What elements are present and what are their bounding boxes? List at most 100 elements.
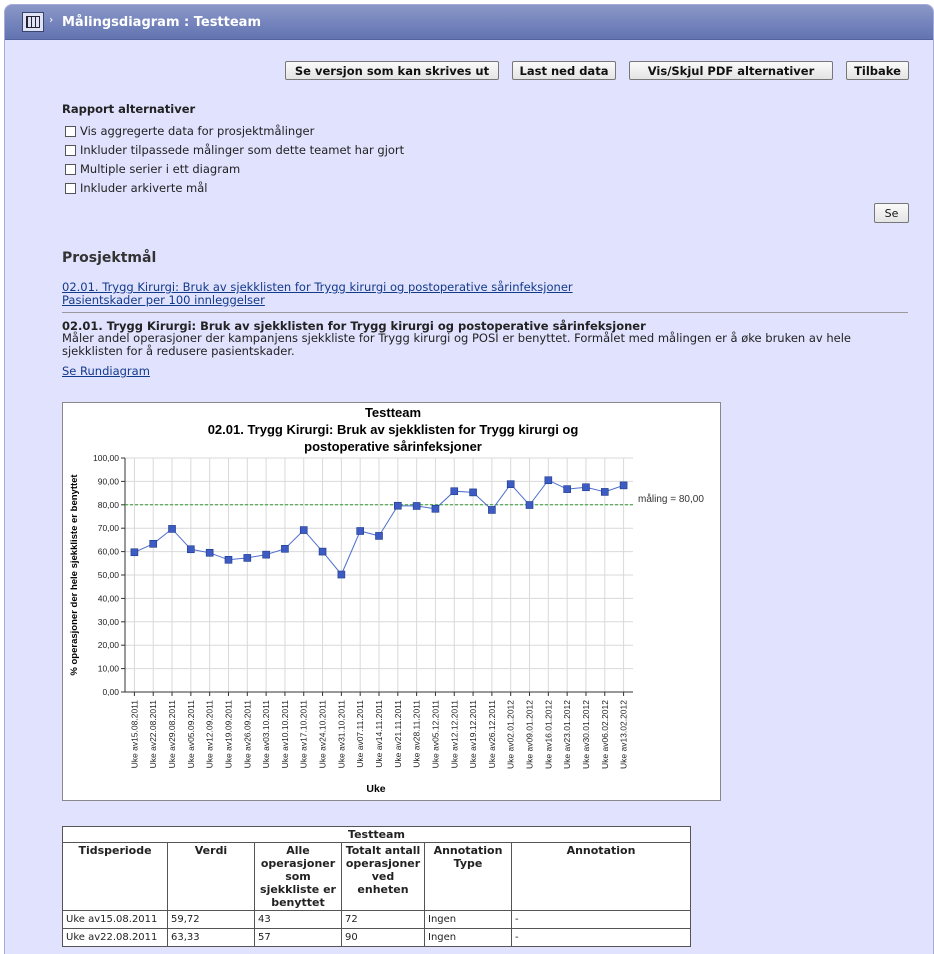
x-tick-label: Uke av28.11.2011: [412, 700, 422, 768]
y-tick-label: 60,00: [98, 547, 120, 557]
cell: 57: [254, 928, 342, 947]
table-row: Uke av22.08.2011 63,33 57 90 Ingen -: [62, 928, 691, 947]
chevron-right-icon: ›: [49, 13, 54, 26]
project-goals-heading: Prosjektmål: [62, 250, 157, 266]
report-options-heading: Rapport alternativer: [62, 102, 196, 116]
x-tick-label: Uke av22.08.2011: [148, 700, 158, 769]
archived-checkbox[interactable]: [65, 182, 76, 194]
data-table-wrapper: Testteam Tidsperiode Verdi Alle operasjo…: [62, 826, 691, 947]
data-point: [337, 570, 346, 579]
data-point: [318, 547, 327, 556]
download-data-button[interactable]: Last ned data: [512, 61, 616, 80]
y-tick-label: 70,00: [98, 523, 120, 533]
x-tick-label: Uke av14.11.2011: [374, 700, 384, 768]
cell: 59,72: [167, 910, 255, 929]
data-point: [582, 483, 590, 492]
x-tick-label: Uke av29.08.2011: [167, 700, 177, 769]
data-point: [130, 548, 139, 557]
option-multiple-series: Multiple serier i ett diagram: [65, 162, 240, 176]
option-label: Inkluder arkiverte mål: [80, 181, 208, 195]
data-point: [299, 526, 308, 534]
data-point: [394, 501, 402, 510]
back-button[interactable]: Tilbake: [846, 61, 909, 80]
data-point: [168, 525, 176, 533]
option-custom-measures: Inkluder tilpassede målinger som dette t…: [65, 143, 404, 157]
data-point: [281, 544, 289, 553]
col-header: Verdi: [167, 842, 255, 911]
cell: Uke av22.08.2011: [62, 928, 168, 947]
x-tick-label: Uke av03.10.2011: [261, 700, 271, 769]
x-tick-label: Uke av24.10.2011: [318, 700, 328, 769]
print-version-button[interactable]: Se versjon som kan skrives ut: [285, 61, 499, 80]
x-tick-label: Uke av07.11.2011: [355, 700, 365, 768]
data-point: [375, 532, 383, 540]
x-tick-label: Uke av26.12.2011: [487, 700, 497, 769]
cell: Uke av15.08.2011: [62, 910, 168, 929]
data-point: [563, 485, 571, 493]
x-tick-label: Uke av12.12.2011: [449, 700, 459, 769]
chart-svg: Testteam 02.01. Trygg Kirurgi: Bruk av sj…: [69, 405, 704, 795]
apply-options-button[interactable]: Se: [874, 203, 909, 223]
multiple-series-checkbox[interactable]: [65, 163, 76, 175]
table-row: Uke av15.08.2011 59,72 43 72 Ingen -: [62, 910, 691, 929]
option-label: Vis aggregerte data for prosjektmålinger: [80, 124, 315, 138]
data-point: [187, 545, 195, 554]
col-header: Totalt antall operasjoner ved enheten: [341, 842, 425, 911]
measurement-chart: Testteam 02.01. Trygg Kirurgi: Bruk av sj…: [62, 402, 721, 801]
x-tick-label: Uke av02.01.2012: [506, 700, 516, 769]
goal-link-checklist[interactable]: 02.01. Trygg Kirurgi: Bruk av sjekkliste…: [62, 280, 573, 294]
y-tick-label: 30,00: [98, 617, 120, 627]
cell: 72: [341, 910, 425, 929]
col-header: Annotation: [511, 842, 691, 911]
target-label: måling = 80,00: [638, 493, 704, 505]
option-label: Multiple serier i ett diagram: [80, 162, 241, 176]
data-point: [544, 476, 553, 485]
toggle-pdf-options-button[interactable]: Vis/Skjul PDF alternativer: [629, 61, 833, 80]
option-aggregate: Vis aggregerte data for prosjektmålinger: [65, 124, 314, 138]
report-icon: [22, 12, 44, 32]
cell: -: [511, 928, 691, 947]
x-tick-label: Uke av17.10.2011: [299, 700, 309, 769]
data-point: [412, 502, 421, 510]
page-title: Målingsdiagram : Testteam: [62, 15, 261, 30]
y-tick-label: 20,00: [98, 640, 120, 650]
aggregate-checkbox[interactable]: [65, 125, 76, 137]
y-axis-label: % operasjoner der hele sjekkliste er ben…: [69, 474, 80, 676]
x-tick-label: Uke av13.02.2012: [619, 700, 629, 769]
data-table: Testteam Tidsperiode Verdi Alle operasjo…: [62, 826, 691, 947]
pie-chart-link[interactable]: Se Rundiagram: [62, 364, 150, 378]
y-tick-label: 90,00: [98, 476, 120, 486]
x-tick-label: Uke av26.09.2011: [242, 700, 252, 769]
y-tick-label: 100,00: [93, 453, 119, 463]
y-tick-label: 0,00: [102, 687, 119, 697]
cell: Ingen: [424, 928, 512, 947]
x-tick-label: Uke av12.09.2011: [205, 700, 215, 769]
data-point: [525, 501, 534, 509]
x-tick-label: Uke av05.12.2011: [430, 700, 440, 769]
data-point: [506, 480, 515, 489]
option-label: Inkluder tilpassede målinger som dette t…: [80, 143, 405, 157]
x-tick-label: Uke av19.09.2011: [223, 700, 233, 769]
data-point: [243, 554, 252, 562]
data-point: [431, 504, 440, 513]
custom-measures-checkbox[interactable]: [65, 144, 76, 156]
x-tick-label: Uke av21.11.2011: [393, 700, 403, 768]
data-point: [600, 488, 609, 496]
x-axis-label: Uke: [366, 783, 385, 795]
chart-title: Testteam: [365, 405, 421, 420]
col-header: Tidsperiode: [62, 842, 168, 911]
col-header: Annotation Type: [424, 842, 512, 911]
chart-subtitle-line: 02.01. Trygg Kirurgi: Bruk av sjekkliste…: [208, 422, 579, 437]
x-tick-label: Uke av23.01.2012: [562, 700, 572, 769]
x-tick-label: Uke av16.01.2012: [543, 700, 553, 769]
goal-description: Måler andel operasjoner der kampanjens s…: [62, 331, 851, 358]
data-point: [450, 487, 459, 496]
data-point: [356, 527, 364, 535]
x-tick-label: Uke av09.01.2012: [525, 700, 535, 769]
data-point: [469, 488, 477, 497]
divider: [62, 312, 908, 313]
data-point: [205, 548, 214, 557]
cell: 63,33: [167, 928, 255, 947]
goal-link-patient-harm[interactable]: Pasientskader per 100 innleggelser: [62, 293, 265, 307]
title-bar: › Målingsdiagram : Testteam: [5, 5, 933, 40]
